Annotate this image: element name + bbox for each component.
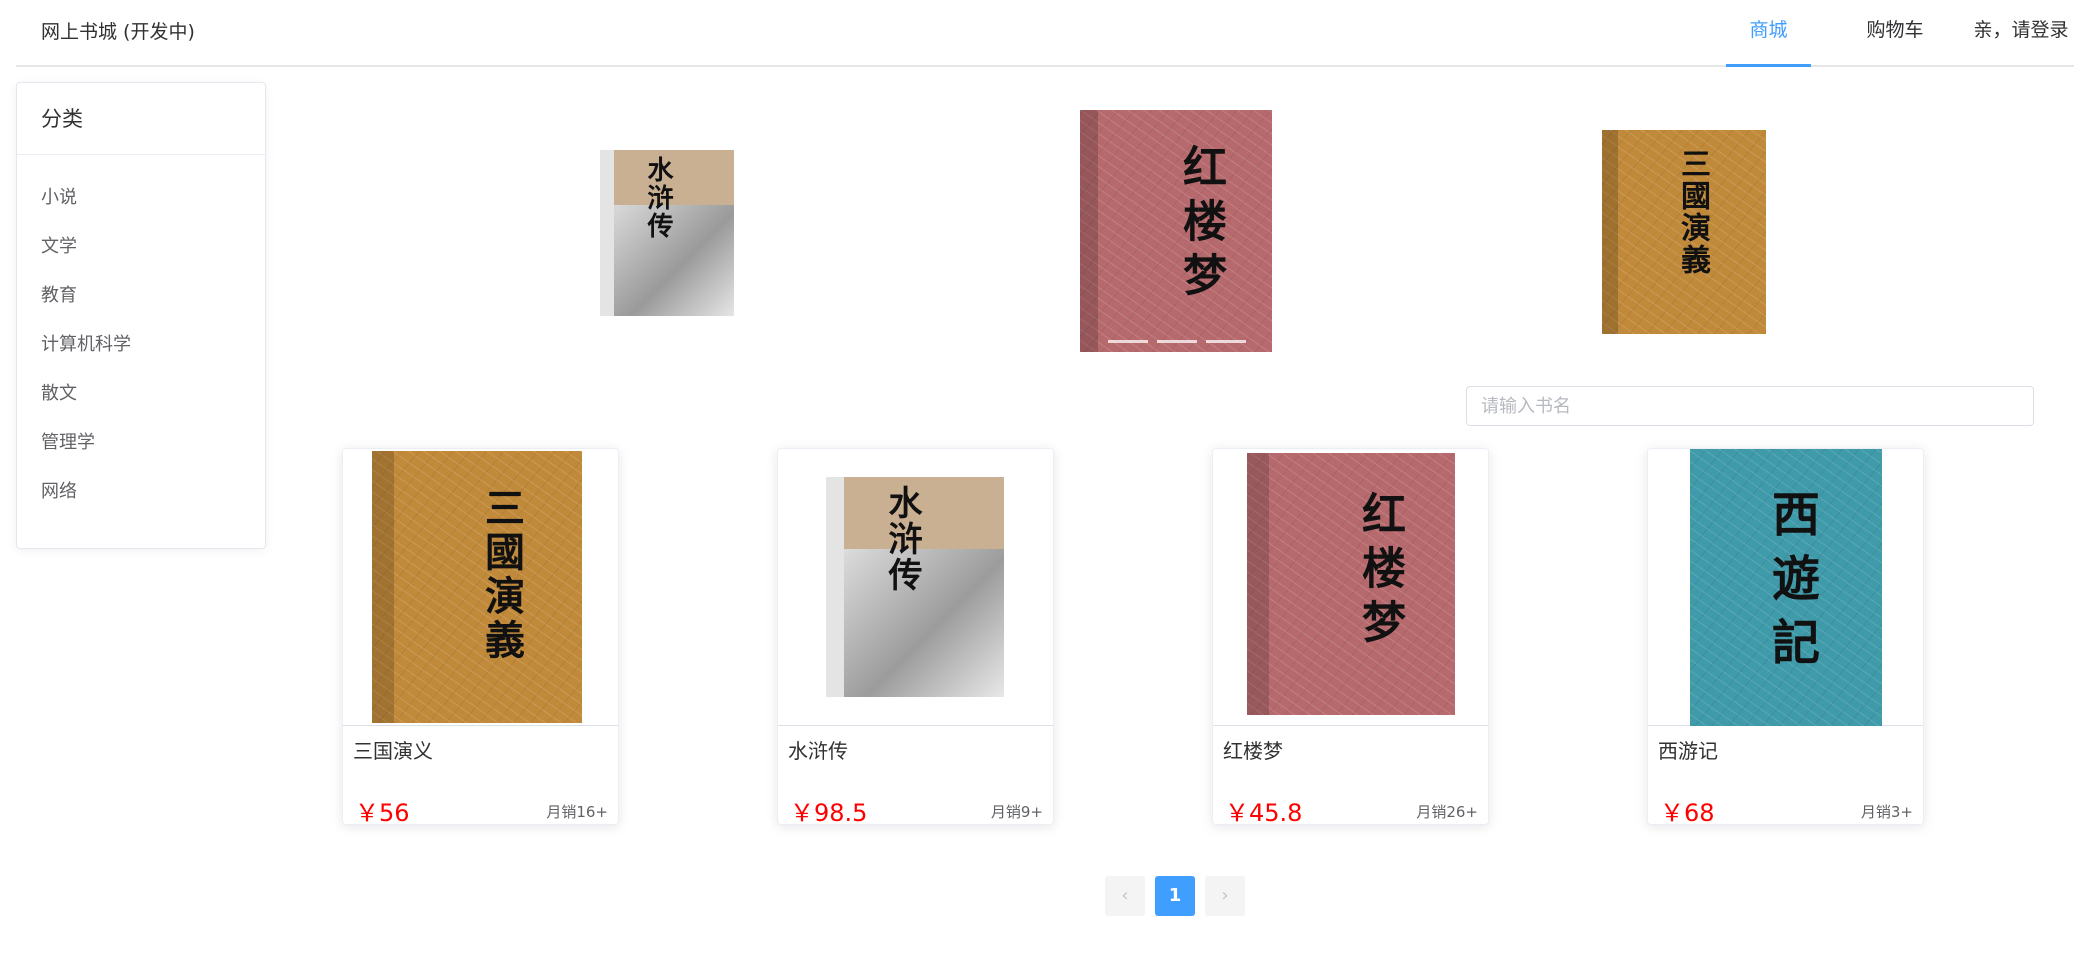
product-card[interactable]: 西遊記 西游记 ￥68 月销3+ [1647, 448, 1924, 825]
product-name[interactable]: 三国演义 [353, 735, 433, 764]
product-sales: 月销16+ [546, 803, 608, 821]
category-item[interactable]: 散文 [17, 369, 265, 418]
category-item[interactable]: 计算机科学 [17, 320, 265, 369]
product-price: ￥56 [355, 799, 410, 825]
product-image[interactable]: 三國演義 [343, 449, 618, 726]
cover-title: 三國演義 [1675, 148, 1710, 276]
cover-title: 水浒传 [882, 485, 922, 593]
carousel-indicator[interactable] [1157, 340, 1197, 343]
product-name[interactable]: 水浒传 [788, 735, 848, 764]
category-sidebar: 分类 小说 文学 教育 计算机科学 散文 管理学 网络 [16, 82, 266, 549]
nav-item-cart[interactable]: 购物车 [1840, 0, 1950, 67]
cover-title: 三國演義 [478, 487, 525, 663]
product-image[interactable]: 红楼梦 [1213, 449, 1488, 726]
product-name[interactable]: 红楼梦 [1223, 735, 1283, 764]
carousel-indicator[interactable] [1108, 340, 1148, 343]
carousel-indicator[interactable] [1206, 340, 1246, 343]
product-card[interactable]: 红楼梦 红楼梦 ￥45.8 月销26+ [1212, 448, 1489, 825]
cover-title: 水浒传 [643, 156, 673, 240]
product-image[interactable]: 西遊記 [1648, 449, 1923, 726]
category-item[interactable]: 管理学 [17, 418, 265, 467]
product-card[interactable]: 水浒传 水浒传 ￥98.5 月销9+ [777, 448, 1054, 825]
cover-title: 西遊記 [1763, 489, 1819, 681]
product-card[interactable]: 三國演義 三国演义 ￥56 月销16+ [342, 448, 619, 825]
next-page-button[interactable]: › [1205, 876, 1245, 916]
category-list: 小说 文学 教育 计算机科学 散文 管理学 网络 [17, 155, 265, 516]
product-price: ￥68 [1660, 799, 1715, 825]
category-item[interactable]: 网络 [17, 467, 265, 516]
nav-item-store[interactable]: 商城 [1726, 0, 1811, 67]
nav-item-login[interactable]: 亲，请登录 [1951, 0, 2083, 67]
category-item[interactable]: 教育 [17, 271, 265, 320]
site-brand: 网上书城 (开发中) [41, 21, 195, 43]
carousel-slide-cover[interactable]: 红楼梦 [1080, 110, 1272, 352]
cover-title: 红楼梦 [1354, 491, 1405, 653]
product-image[interactable]: 水浒传 [778, 449, 1053, 726]
page-number-button[interactable]: 1 [1155, 876, 1195, 916]
product-price: ￥45.8 [1225, 799, 1303, 825]
product-name[interactable]: 西游记 [1658, 735, 1718, 764]
top-nav-bar: 网上书城 (开发中) 商城 购物车 亲，请登录 [16, 0, 2074, 67]
carousel-slide-cover[interactable]: 三國演義 [1602, 130, 1766, 334]
book-search-input[interactable] [1466, 386, 2034, 426]
category-item[interactable]: 文学 [17, 222, 265, 271]
product-price: ￥98.5 [790, 799, 868, 825]
category-item[interactable]: 小说 [17, 173, 265, 222]
prev-page-button[interactable]: ‹ [1105, 876, 1145, 916]
product-sales: 月销9+ [990, 803, 1043, 821]
carousel-slide-cover[interactable]: 水浒传 [600, 150, 734, 316]
product-sales: 月销3+ [1860, 803, 1913, 821]
cover-title: 红楼梦 [1175, 144, 1226, 306]
product-sales: 月销26+ [1416, 803, 1478, 821]
sidebar-title: 分类 [17, 83, 265, 155]
